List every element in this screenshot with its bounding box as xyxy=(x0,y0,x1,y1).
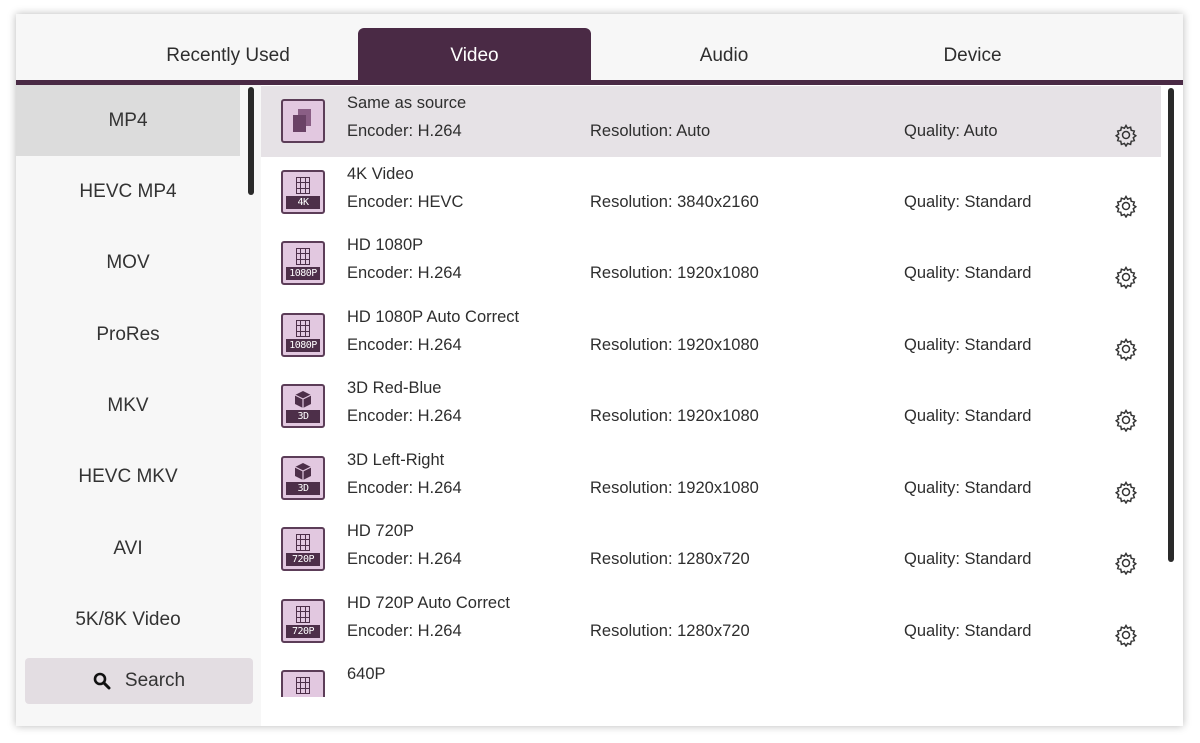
tab-device[interactable]: Device xyxy=(856,28,1089,84)
format-badge: 1080P xyxy=(286,339,320,352)
tab-recently-used[interactable]: Recently Used xyxy=(108,28,348,84)
cube-icon: 3D xyxy=(281,384,325,428)
format-resolution: Resolution: 1920x1080 xyxy=(590,336,759,354)
format-title: HD 1080P Auto Correct xyxy=(347,308,520,326)
format-resolution: Resolution: Auto xyxy=(590,122,711,140)
format-row-4k-video[interactable]: 4K 4K Video Encoder: HEVC Resolution: 38… xyxy=(261,157,1161,228)
film-icon: 1080P xyxy=(281,313,325,357)
format-badge: 3D xyxy=(286,482,320,495)
format-resolution: Resolution: 1280x720 xyxy=(590,550,750,568)
format-resolution: Resolution: 1920x1080 xyxy=(590,407,759,425)
format-quality: Quality: Standard xyxy=(904,336,1032,354)
format-quality: Quality: Standard xyxy=(904,407,1032,425)
format-title: 3D Left-Right xyxy=(347,451,445,469)
gear-icon[interactable] xyxy=(1114,551,1138,575)
sidebar-item-prores[interactable]: ProRes xyxy=(16,299,240,370)
format-badge: 720P xyxy=(286,625,320,638)
format-row-3d-red-blue[interactable]: 3D 3D Red-Blue Encoder: H.264 Resolution… xyxy=(261,371,1161,442)
film-icon: 720P xyxy=(281,599,325,643)
gear-icon[interactable] xyxy=(1114,337,1138,361)
sidebar-item-mp4[interactable]: MP4 xyxy=(16,85,240,156)
format-quality: Quality: Standard xyxy=(904,550,1032,568)
format-title: HD 720P xyxy=(347,522,414,540)
film-icon: 720P xyxy=(281,527,325,571)
format-row-640p[interactable]: 640P xyxy=(261,657,1161,697)
format-row-hd-720p-auto-correct[interactable]: 720P HD 720P Auto Correct Encoder: H.264… xyxy=(261,586,1161,657)
format-quality: Quality: Standard xyxy=(904,193,1032,211)
format-encoder: Encoder: HEVC xyxy=(347,193,464,211)
format-quality: Quality: Standard xyxy=(904,622,1032,640)
format-encoder: Encoder: H.264 xyxy=(347,122,462,140)
sidebar-item-hevc-mp4[interactable]: HEVC MP4 xyxy=(16,156,240,227)
format-encoder: Encoder: H.264 xyxy=(347,622,462,640)
gear-icon[interactable] xyxy=(1114,194,1138,218)
format-quality: Quality: Auto xyxy=(904,122,998,140)
list-footer xyxy=(261,697,1183,726)
sidebar-scrollbar[interactable] xyxy=(248,87,254,195)
format-title: 4K Video xyxy=(347,165,414,183)
format-row-same-as-source[interactable]: Same as source Encoder: H.264 Resolution… xyxy=(261,86,1161,157)
format-resolution: Resolution: 1920x1080 xyxy=(590,264,759,282)
gear-icon[interactable] xyxy=(1114,408,1138,432)
format-badge: 1080P xyxy=(286,267,320,280)
sidebar-item-mkv[interactable]: MKV xyxy=(16,370,240,441)
sidebar-item-hevc-mkv[interactable]: HEVC MKV xyxy=(16,441,240,512)
gear-icon[interactable] xyxy=(1114,480,1138,504)
film-icon xyxy=(281,670,325,697)
format-resolution: Resolution: 3840x2160 xyxy=(590,193,759,211)
format-row-hd-1080p-auto-correct[interactable]: 1080P HD 1080P Auto Correct Encoder: H.2… xyxy=(261,300,1161,371)
format-title: 640P xyxy=(347,665,386,683)
sidebar-item-avi[interactable]: AVI xyxy=(16,513,240,584)
format-row-hd-1080p[interactable]: 1080P HD 1080P Encoder: H.264 Resolution… xyxy=(261,228,1161,299)
format-encoder: Encoder: H.264 xyxy=(347,336,462,354)
film-icon: 1080P xyxy=(281,241,325,285)
format-row-hd-720p[interactable]: 720P HD 720P Encoder: H.264 Resolution: … xyxy=(261,514,1161,585)
film-icon: 4K xyxy=(281,170,325,214)
format-quality: Quality: Standard xyxy=(904,479,1032,497)
format-title: 3D Red-Blue xyxy=(347,379,442,397)
format-resolution: Resolution: 1280x720 xyxy=(590,622,750,640)
search-label: Search xyxy=(124,670,186,691)
tab-audio[interactable]: Audio xyxy=(606,28,842,84)
format-list: Same as source Encoder: H.264 Resolution… xyxy=(261,85,1183,697)
gear-icon[interactable] xyxy=(1114,623,1138,647)
format-sidebar: MP4 HEVC MP4 MOV ProRes MKV HEVC MKV AVI… xyxy=(16,85,261,726)
format-quality: Quality: Standard xyxy=(904,264,1032,282)
format-badge: 3D xyxy=(286,410,320,423)
format-title: Same as source xyxy=(347,94,467,112)
search-icon xyxy=(93,672,111,690)
format-row-3d-left-right[interactable]: 3D 3D Left-Right Encoder: H.264 Resoluti… xyxy=(261,443,1161,514)
format-encoder: Encoder: H.264 xyxy=(347,550,462,568)
format-picker-window: Recently Used Video Audio Device MP4 HEV… xyxy=(16,14,1183,726)
format-encoder: Encoder: H.264 xyxy=(347,407,462,425)
gear-icon[interactable] xyxy=(1114,123,1138,147)
format-badge: 4K xyxy=(286,196,320,209)
cube-icon: 3D xyxy=(281,456,325,500)
list-scrollbar[interactable] xyxy=(1168,88,1174,562)
gear-icon[interactable] xyxy=(1114,265,1138,289)
format-resolution: Resolution: 1920x1080 xyxy=(590,479,759,497)
sidebar-item-mov[interactable]: MOV xyxy=(16,227,240,298)
format-title: HD 720P Auto Correct xyxy=(347,594,510,612)
search-button[interactable]: Search xyxy=(25,658,253,704)
tab-bar: Recently Used Video Audio Device xyxy=(16,14,1183,85)
format-encoder: Encoder: H.264 xyxy=(347,479,462,497)
sidebar-item-5k-8k-video[interactable]: 5K/8K Video xyxy=(16,584,240,655)
tab-video[interactable]: Video xyxy=(358,28,591,84)
copy-icon xyxy=(281,99,325,143)
format-title: HD 1080P xyxy=(347,236,424,254)
format-encoder: Encoder: H.264 xyxy=(347,264,462,282)
format-badge: 720P xyxy=(286,553,320,566)
